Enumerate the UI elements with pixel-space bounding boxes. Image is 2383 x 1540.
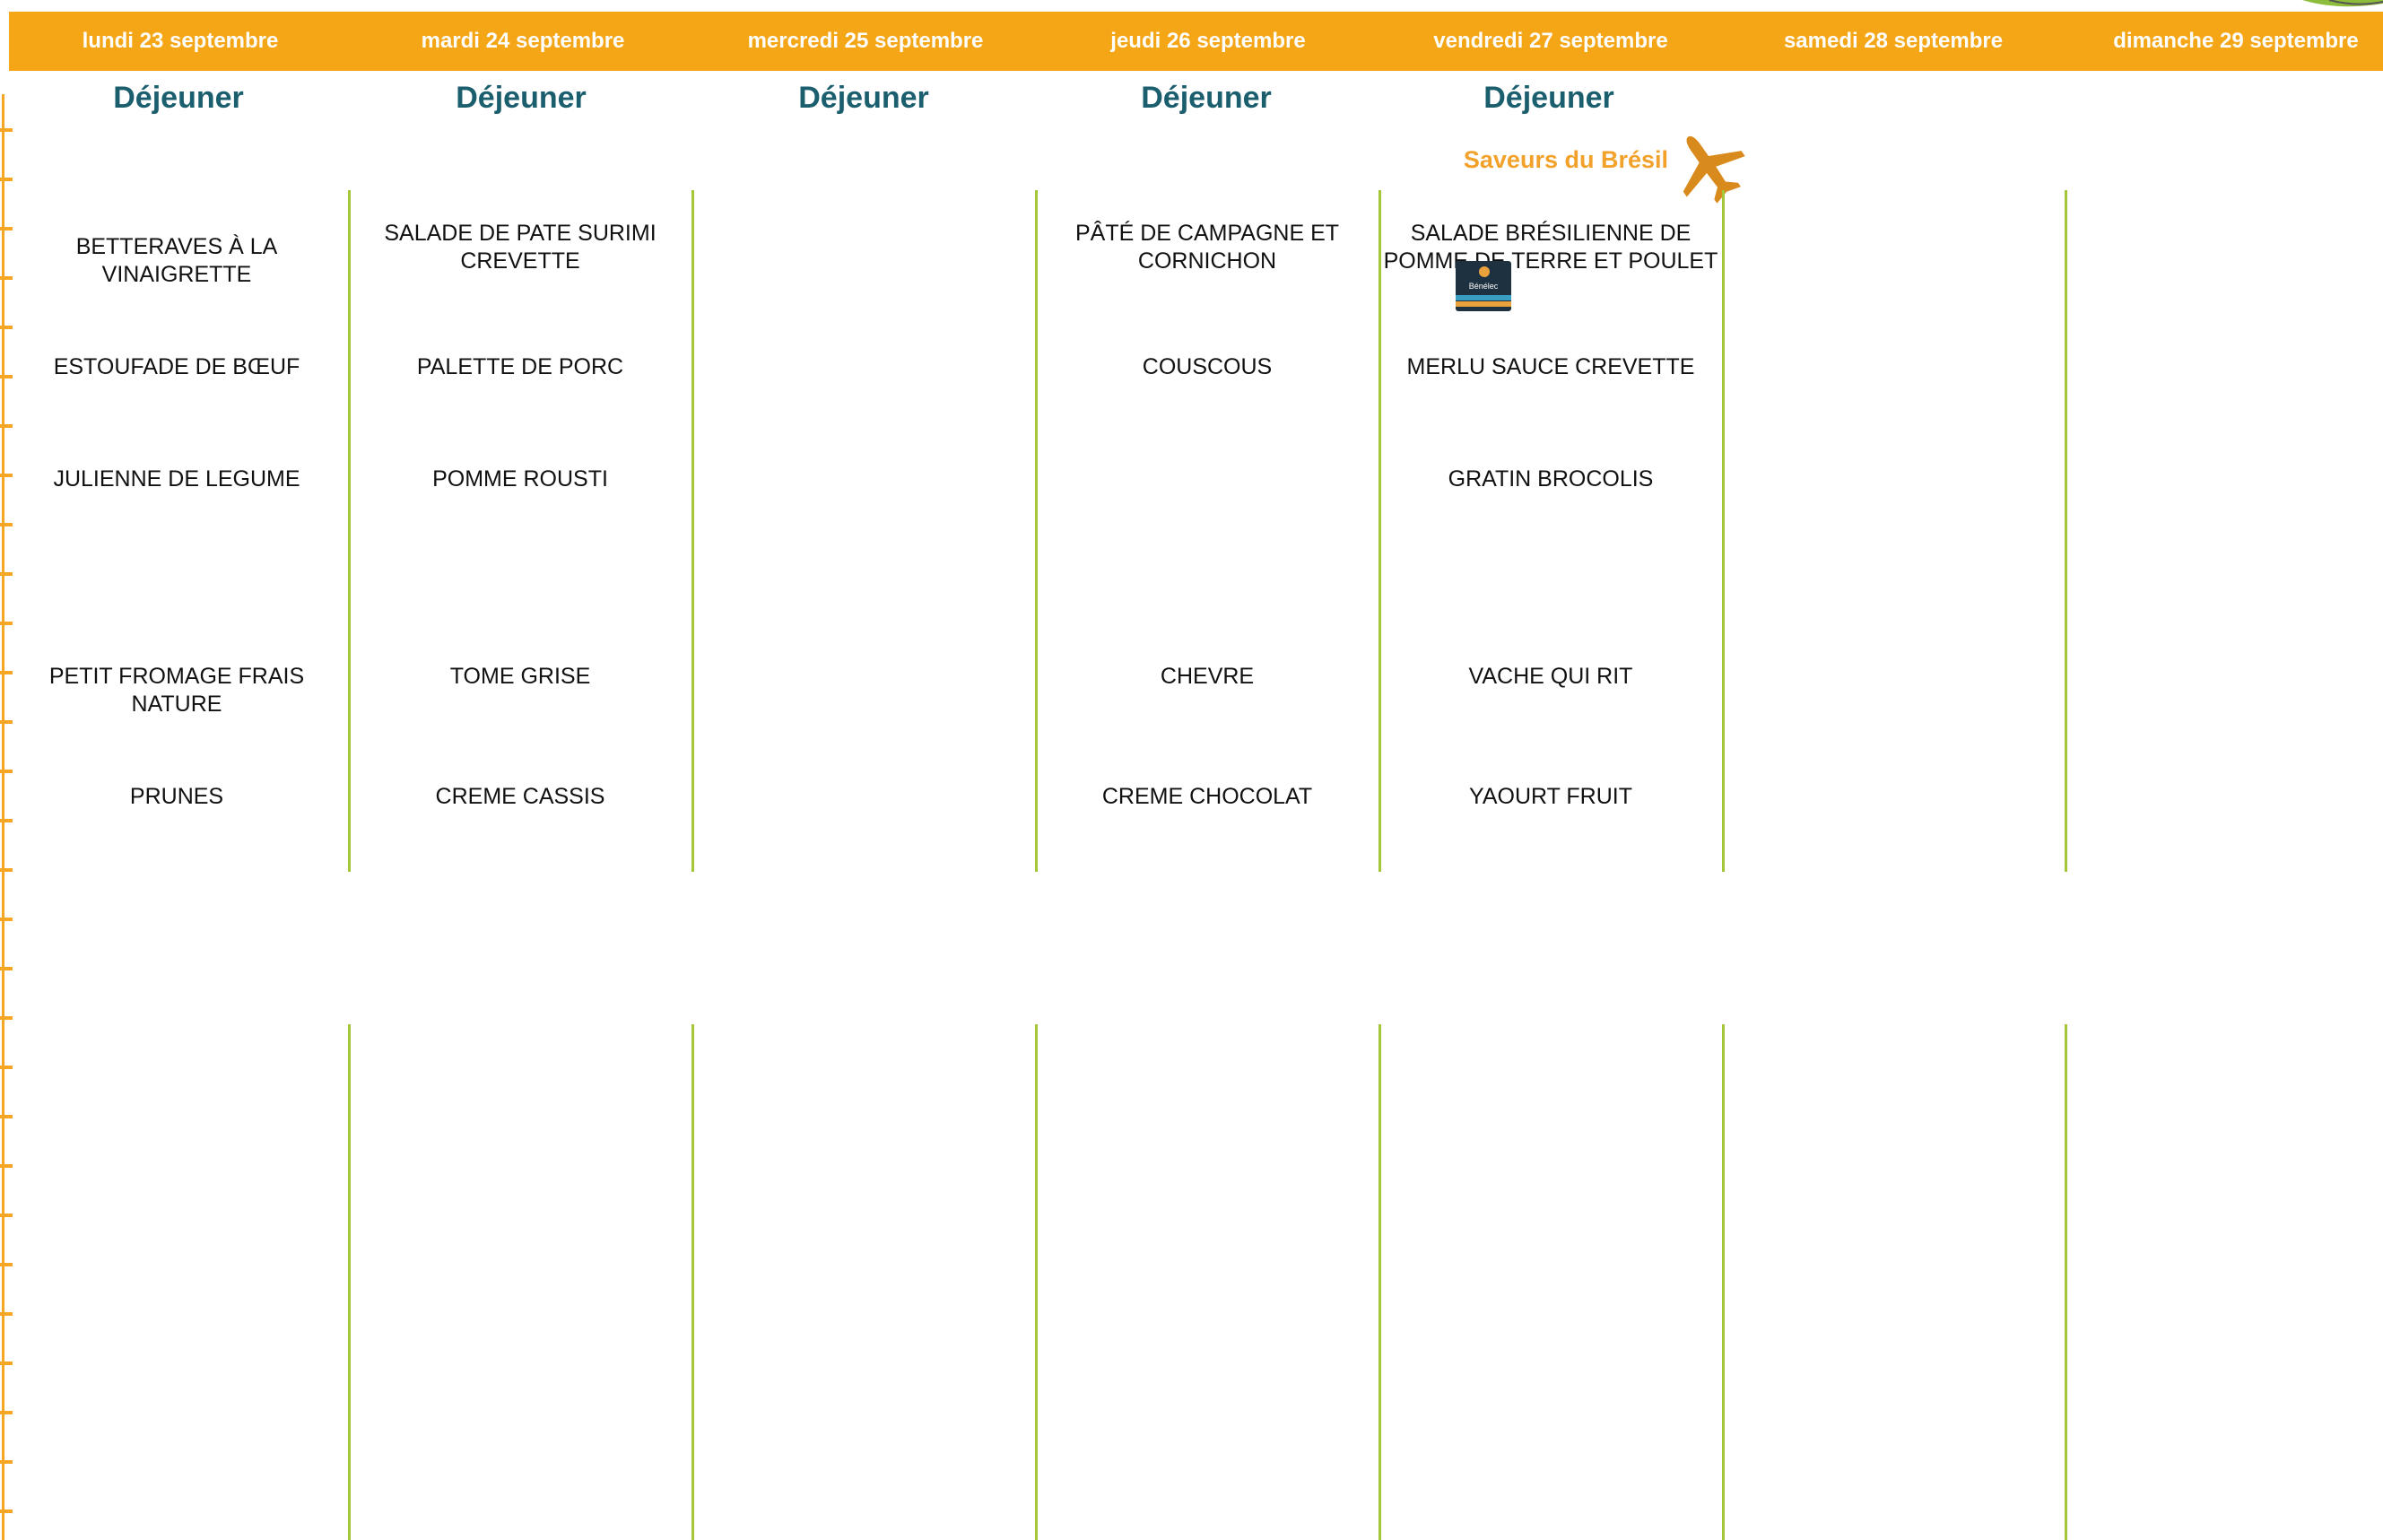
day-header-thursday: jeudi 26 septembre [1110, 29, 1306, 53]
airplane-icon [1683, 135, 1745, 204]
dish-side-monday: JULIENNE DE LEGUME [53, 466, 300, 492]
brand-label: Bénélec [1468, 282, 1499, 291]
dish-dessert-tuesday: CREME CASSIS [435, 784, 605, 809]
dish-cheese-monday: PETIT FROMAGE FRAIS NATURE [48, 664, 305, 717]
column-divider [691, 1024, 694, 1540]
day-header-monday: lundi 23 septembre [82, 29, 279, 53]
corner-leaf-decoration [2302, 0, 2383, 7]
column-divider [1378, 1024, 1381, 1540]
column-divider [1722, 190, 1725, 872]
theme-label: Saveurs du Brésil [1463, 146, 1668, 173]
column-divider [348, 1024, 351, 1540]
day-header-wednesday: mercredi 25 septembre [747, 29, 984, 53]
meal-title-monday: Déjeuner [113, 81, 244, 115]
dish-starter-friday: SALADE BRÉSILIENNE DE POMME DE TERRE ET … [1383, 221, 1718, 274]
decorative-left-border [0, 94, 13, 1540]
column-divider [691, 190, 694, 872]
dish-cheese-friday: VACHE QUI RIT [1468, 664, 1633, 689]
meal-title-wednesday: Déjeuner [798, 81, 929, 115]
column-divider [1035, 1024, 1038, 1540]
column-divider [1722, 1024, 1725, 1540]
dish-main-thursday: COUSCOUS [1142, 354, 1273, 379]
dish-cheese-thursday: CHEVRE [1160, 664, 1255, 689]
column-divider [2065, 1024, 2067, 1540]
wave-icon [1456, 295, 1511, 300]
dish-main-tuesday: PALETTE DE PORC [416, 354, 624, 379]
sun-icon [1479, 266, 1490, 277]
dish-side-friday: GRATIN BROCOLIS [1448, 466, 1654, 492]
dish-dessert-friday: YAOURT FRUIT [1469, 784, 1632, 809]
dish-main-monday: ESTOUFADE DE BŒUF [53, 354, 300, 379]
dish-starter-monday: BETTERAVES À LA VINAIGRETTE [75, 234, 278, 287]
dish-dessert-thursday: CREME CHOCOLAT [1101, 784, 1313, 809]
brand-logo-badge: Bénélec [1456, 261, 1511, 311]
dish-starter-thursday: PÂTÉ DE CAMPAGNE ET CORNICHON [1074, 221, 1340, 274]
dish-main-friday: MERLU SAUCE CREVETTE [1406, 354, 1695, 379]
dish-cheese-tuesday: TOME GRISE [449, 664, 591, 689]
day-header-tuesday: mardi 24 septembre [421, 29, 625, 53]
wave-icon [1456, 301, 1511, 307]
column-divider [348, 190, 351, 872]
day-header-saturday: samedi 28 septembre [1783, 29, 2004, 53]
day-header-friday: vendredi 27 septembre [1433, 29, 1668, 53]
meal-title-thursday: Déjeuner [1141, 81, 1272, 115]
dish-starter-tuesday: SALADE DE PATE SURIMI CREVETTE [384, 221, 657, 274]
day-header-sunday: dimanche 29 septembre [2113, 29, 2359, 53]
column-divider [1378, 190, 1381, 872]
dish-dessert-monday: PRUNES [129, 784, 224, 809]
meal-title-friday: Déjeuner [1483, 81, 1614, 115]
column-divider [2065, 190, 2067, 872]
meal-title-tuesday: Déjeuner [456, 81, 587, 115]
dish-side-tuesday: POMME ROUSTI [432, 466, 608, 492]
column-divider [1035, 190, 1038, 872]
